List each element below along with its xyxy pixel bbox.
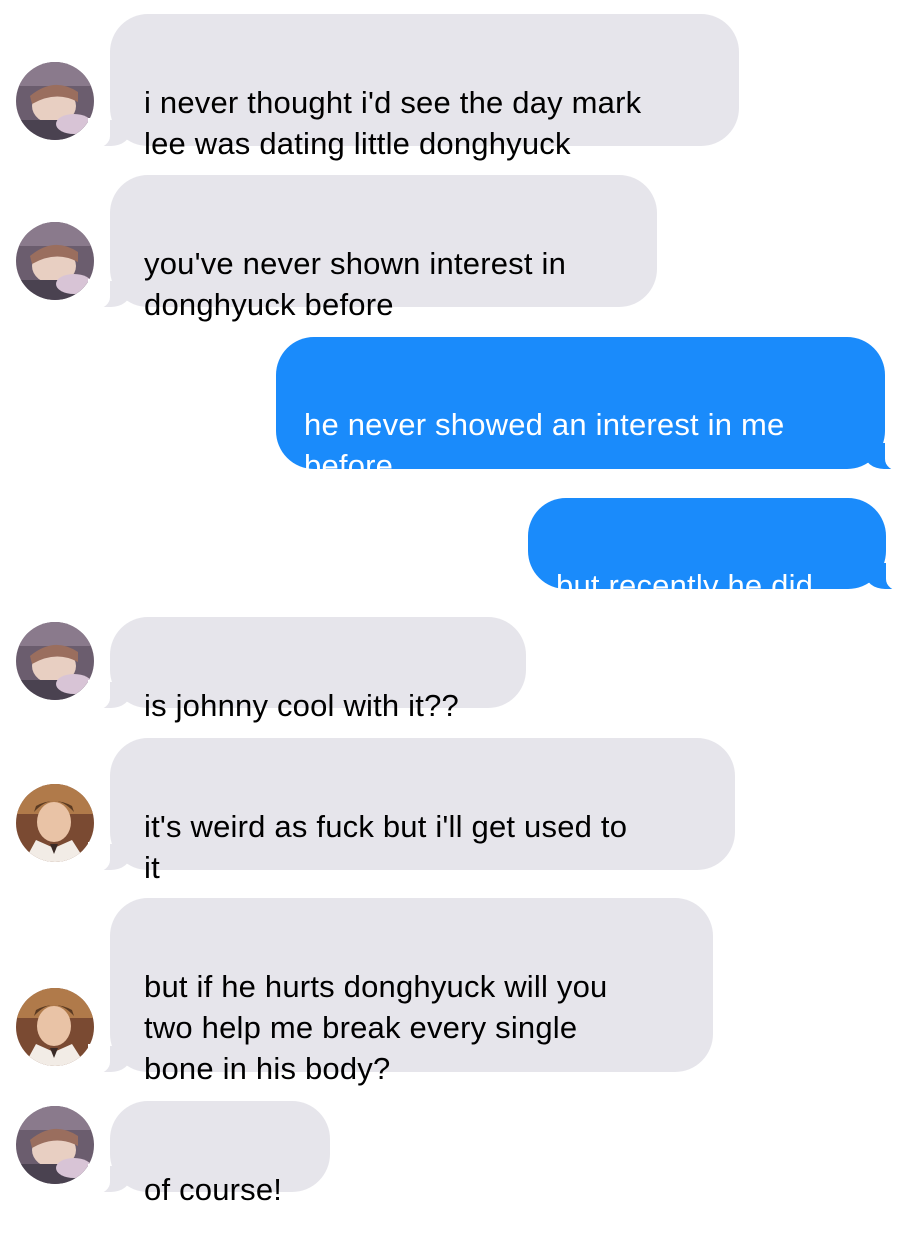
avatar-a-icon — [16, 62, 94, 140]
avatar-a-icon — [16, 622, 94, 700]
message-text: it's weird as fuck but i'll get used to … — [144, 809, 628, 885]
contact-avatar-b[interactable] — [16, 784, 94, 862]
contact-avatar-a[interactable] — [16, 222, 94, 300]
avatar-b-icon — [16, 784, 94, 862]
message-text: is johnny cool with it?? — [144, 688, 459, 723]
incoming-message-bubble[interactable]: is johnny cool with it?? — [88, 617, 526, 723]
contact-avatar-a[interactable] — [16, 622, 94, 700]
message-text: but if he hurts donghyuck will you two h… — [144, 969, 608, 1086]
incoming-message-bubble[interactable]: i never thought i'd see the day mark lee… — [88, 14, 739, 161]
avatar-a-icon — [16, 222, 94, 300]
incoming-message-bubble[interactable]: but if he hurts donghyuck will you two h… — [88, 898, 713, 1086]
outgoing-message-bubble[interactable]: he never showed an interest in me before — [276, 337, 900, 483]
message-text: i never thought i'd see the day mark lee… — [144, 85, 642, 161]
avatar-b-icon — [16, 988, 94, 1066]
message-text: you've never shown interest in donghyuck… — [144, 246, 567, 322]
outgoing-message-bubble[interactable]: but recently he did — [528, 498, 900, 603]
message-text: he never showed an interest in me before — [304, 407, 785, 483]
message-text: but recently he did — [556, 568, 814, 603]
incoming-message-bubble[interactable]: it's weird as fuck but i'll get used to … — [88, 738, 735, 885]
message-thread[interactable]: i never thought i'd see the day mark lee… — [0, 0, 900, 1207]
contact-avatar-a[interactable] — [16, 1106, 94, 1184]
contact-avatar-a[interactable] — [16, 62, 94, 140]
contact-avatar-b[interactable] — [16, 988, 94, 1066]
incoming-message-bubble[interactable]: of course! — [88, 1101, 330, 1207]
message-text: of course! — [144, 1172, 283, 1207]
incoming-message-bubble[interactable]: you've never shown interest in donghyuck… — [88, 175, 657, 322]
avatar-a-icon — [16, 1106, 94, 1184]
